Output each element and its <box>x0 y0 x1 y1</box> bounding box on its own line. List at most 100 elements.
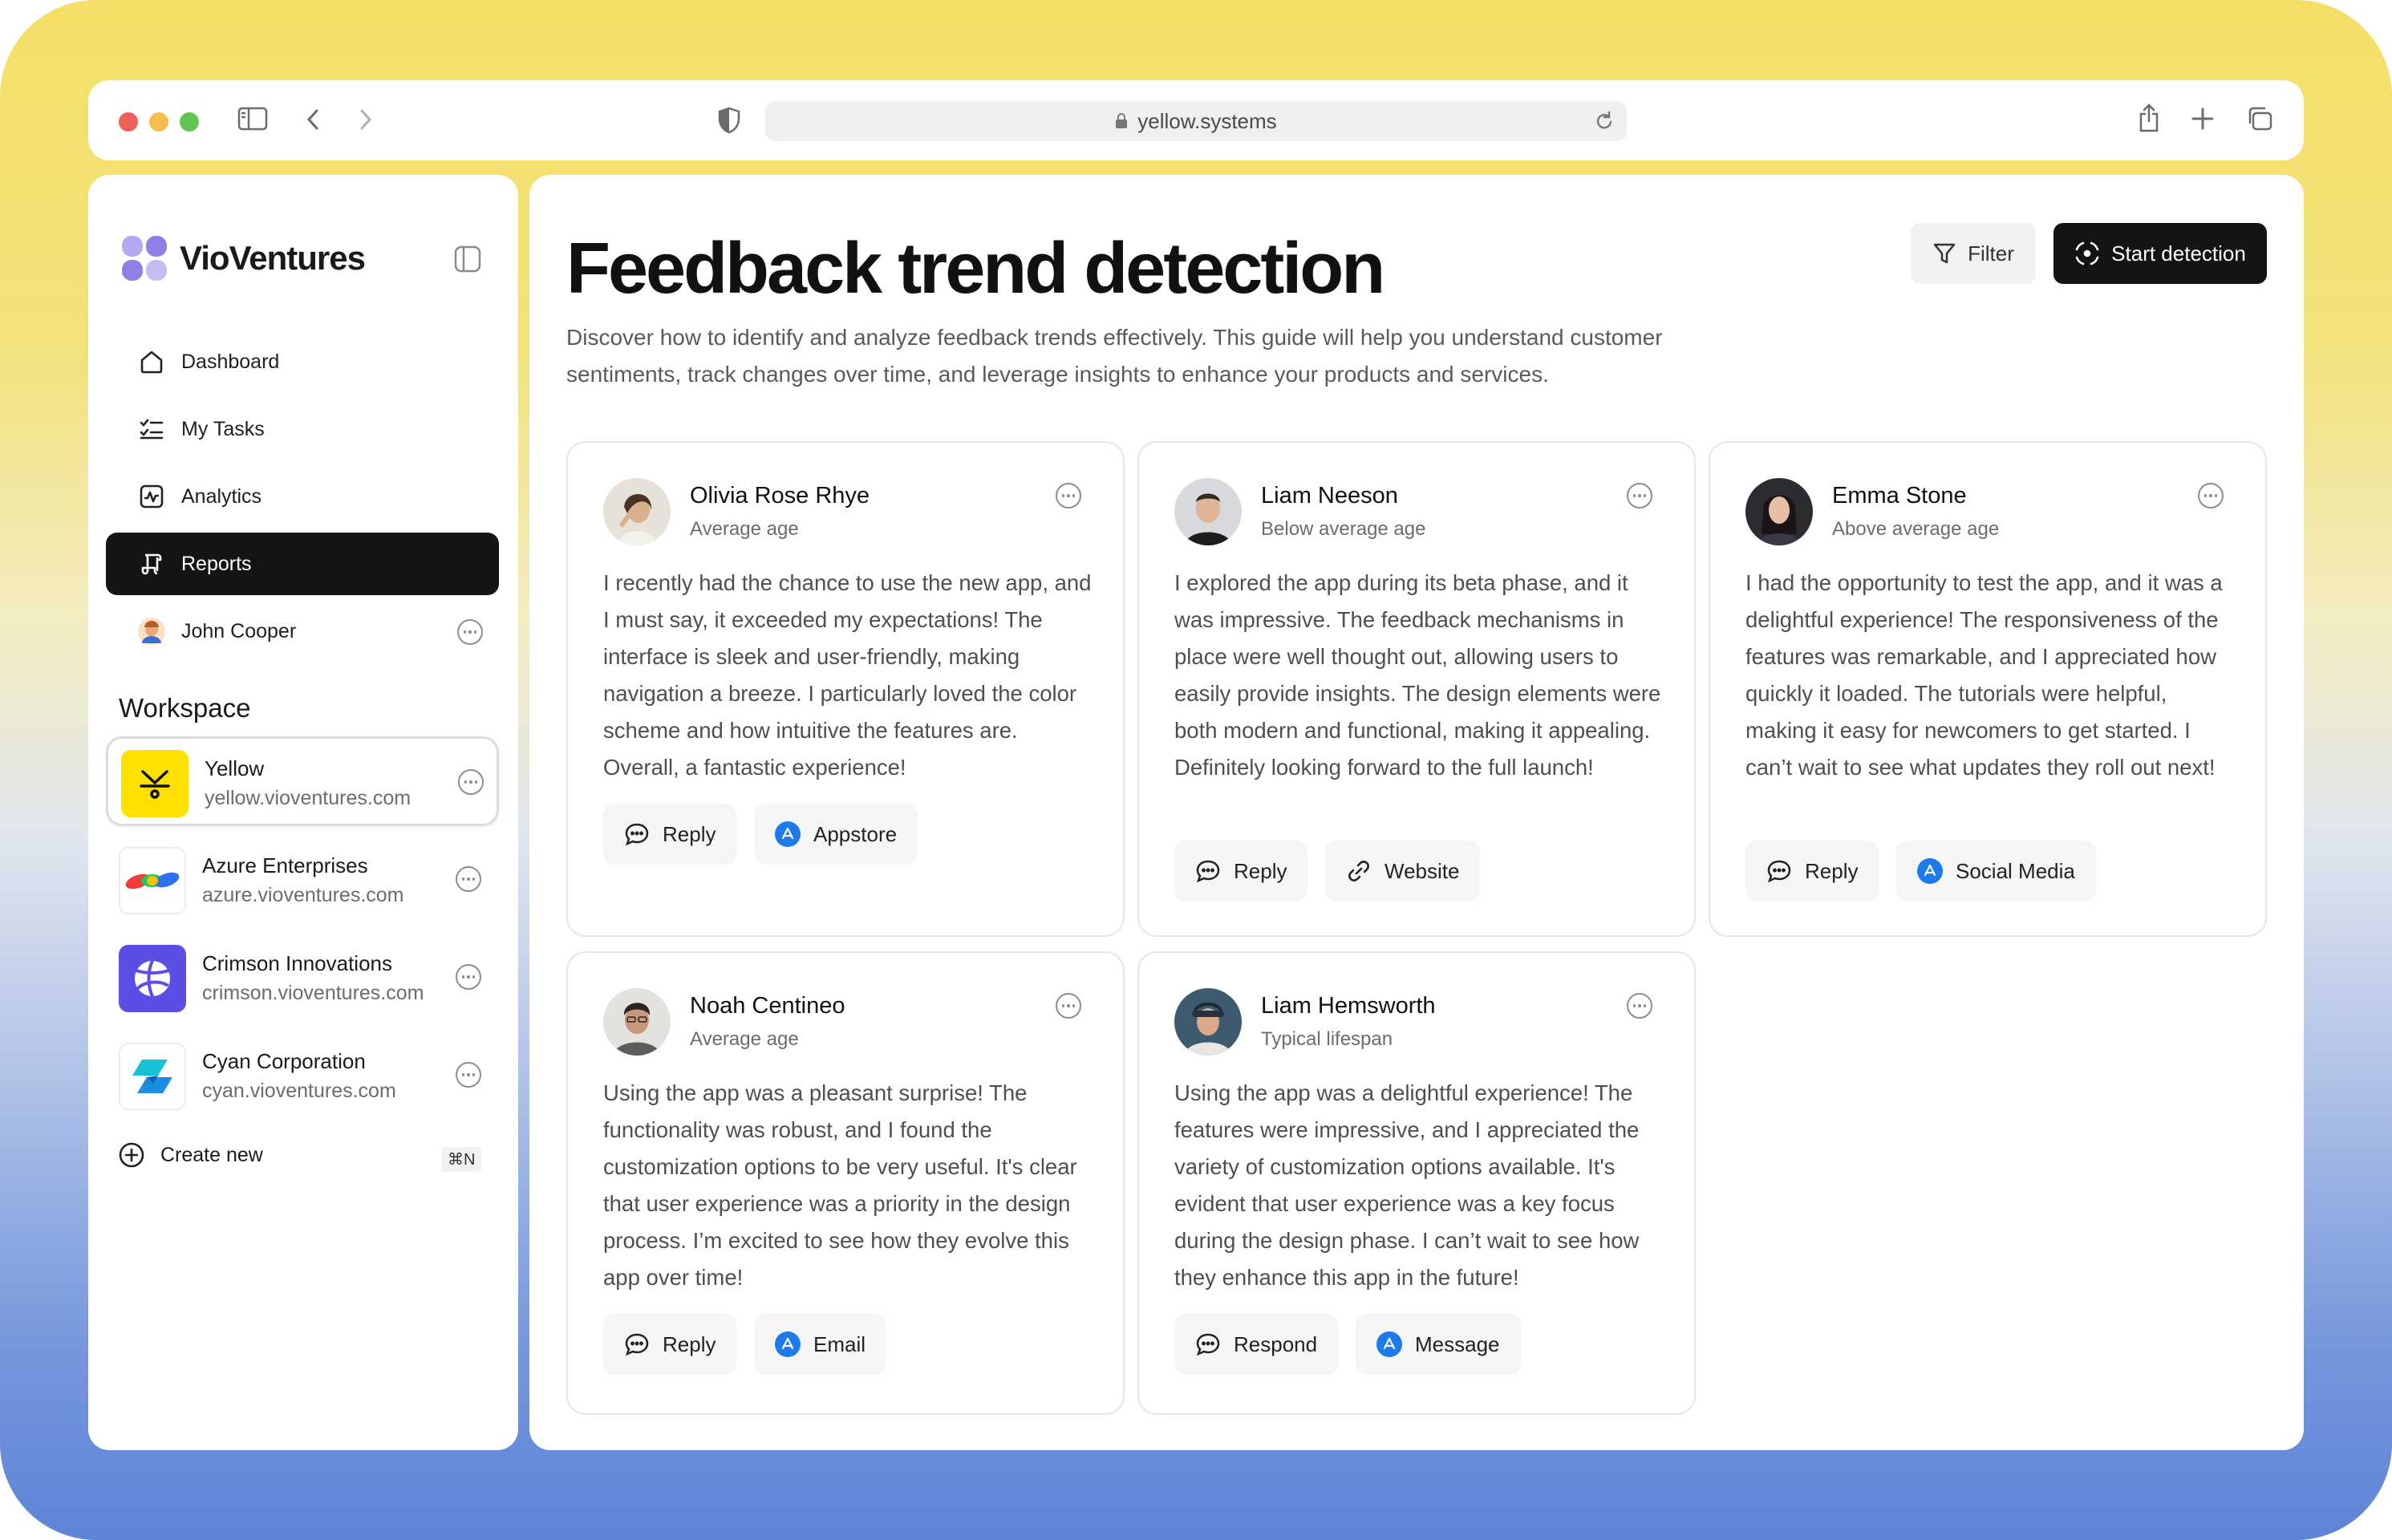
workspace-item-crimson[interactable]: Crimson Innovations crimson.vioventures.… <box>106 934 499 1023</box>
avatar <box>603 988 671 1056</box>
appstore-icon <box>1917 858 1943 884</box>
appstore-icon <box>1376 1331 1402 1357</box>
sidebar-toggle-icon[interactable] <box>237 106 268 136</box>
yellow-logo <box>121 750 189 817</box>
card-more-icon[interactable] <box>1627 483 1652 509</box>
create-shortcut: ⌘N <box>441 1147 482 1172</box>
nav-label: My Tasks <box>181 417 265 440</box>
reviewer-subtitle: Above average age <box>1832 518 2000 540</box>
share-icon[interactable] <box>2137 103 2161 137</box>
tabs-overview-icon[interactable] <box>2246 106 2273 136</box>
cyan-logo <box>119 1043 186 1110</box>
workspace-more-icon[interactable] <box>456 866 481 892</box>
reply-button[interactable]: Reply <box>1174 841 1308 902</box>
reports-icon <box>138 550 165 578</box>
feedback-text: Using the app was a delightful experienc… <box>1174 1080 1640 1290</box>
avatar <box>138 618 165 645</box>
create-new-button[interactable]: Create new <box>119 1142 263 1168</box>
workspace-item-cyan[interactable]: Cyan Corporation cyan.vioventures.com <box>106 1031 499 1121</box>
lock-icon <box>1115 113 1128 129</box>
workspace-name: Crimson Innovations <box>202 951 392 975</box>
reply-button[interactable]: Reply <box>1745 841 1879 902</box>
reviewer-name: Liam Neeson <box>1261 483 1398 509</box>
back-icon[interactable] <box>305 107 321 136</box>
nav-label: John Cooper <box>181 619 297 642</box>
source-button[interactable]: Message <box>1356 1314 1521 1375</box>
reload-icon[interactable] <box>1595 111 1614 137</box>
new-tab-icon[interactable] <box>2191 107 2214 134</box>
source-label: Appstore <box>813 821 898 846</box>
workspace-more-icon[interactable] <box>458 769 484 795</box>
brand-logo <box>120 234 168 282</box>
source-button[interactable]: Social Media <box>1896 841 2096 902</box>
start-detection-label: Start detection <box>2111 241 2246 265</box>
reviewer-subtitle: Average age <box>690 518 799 540</box>
main-panel: Feedback trend detection Discover how to… <box>529 175 2304 1450</box>
minimize-window-button[interactable] <box>149 112 168 132</box>
collapse-sidebar-icon[interactable] <box>454 245 481 277</box>
reviewer-subtitle: Typical lifespan <box>1261 1028 1393 1050</box>
workspace-more-icon[interactable] <box>456 1062 481 1088</box>
avatar <box>1174 988 1242 1056</box>
workspace-url: yellow.vioventures.com <box>205 787 412 809</box>
forward-icon[interactable] <box>358 107 374 136</box>
sidebar: VioVentures Dashboard My Tasks Analytics <box>88 175 518 1450</box>
address-bar[interactable]: yellow.systems <box>765 101 1627 141</box>
source-label: Social Media <box>1956 858 2075 883</box>
chat-bubble-icon <box>624 822 650 846</box>
analytics-icon <box>138 483 165 510</box>
appstore-icon <box>775 1331 801 1357</box>
nav-analytics[interactable]: Analytics <box>106 465 499 528</box>
close-window-button[interactable] <box>119 112 138 132</box>
feedback-card: Liam Hemsworth Typical lifespan Using th… <box>1137 951 1696 1415</box>
appstore-icon <box>775 821 801 847</box>
chat-bubble-icon <box>1766 859 1792 883</box>
nav-my-tasks[interactable]: My Tasks <box>106 398 499 460</box>
nav-dashboard[interactable]: Dashboard <box>106 330 499 393</box>
reply-label: Reply <box>663 821 716 846</box>
nav-label: Reports <box>181 552 252 575</box>
create-new-label: Create new <box>160 1143 263 1166</box>
nav-user-john-cooper[interactable]: John Cooper <box>106 600 499 663</box>
feedback-card: Noah Centineo Average age Using the app … <box>566 951 1125 1415</box>
filter-button[interactable]: Filter <box>1911 223 2036 284</box>
shield-icon[interactable] <box>717 107 741 138</box>
card-more-icon[interactable] <box>1627 993 1652 1019</box>
page-title: Feedback trend detection <box>566 229 1385 309</box>
feedback-text: Using the app was a pleasant surprise! T… <box>603 1080 1077 1290</box>
respond-label: Respond <box>1234 1331 1318 1356</box>
feedback-card: Olivia Rose Rhye Average age I recently … <box>566 441 1125 937</box>
link-icon <box>1346 858 1372 884</box>
tasks-icon <box>138 415 165 443</box>
source-label: Message <box>1415 1331 1500 1356</box>
home-icon <box>138 348 165 375</box>
nav-reports[interactable]: Reports <box>106 533 499 595</box>
respond-button[interactable]: Respond <box>1174 1314 1339 1375</box>
card-more-icon[interactable] <box>2198 483 2224 509</box>
reply-label: Reply <box>1805 858 1859 883</box>
workspace-heading: Workspace <box>119 693 251 723</box>
user-more-icon[interactable] <box>457 619 483 645</box>
reply-button[interactable]: Reply <box>603 804 737 865</box>
workspace-more-icon[interactable] <box>456 964 481 990</box>
source-button[interactable]: Email <box>754 1314 887 1375</box>
azure-logo <box>119 847 186 914</box>
source-button[interactable]: Appstore <box>754 804 918 865</box>
reviewer-subtitle: Below average age <box>1261 518 1426 540</box>
card-more-icon[interactable] <box>1056 993 1081 1019</box>
reply-button[interactable]: Reply <box>603 1314 737 1375</box>
reply-label: Reply <box>1234 858 1287 883</box>
workspace-name: Cyan Corporation <box>202 1049 366 1073</box>
reviewer-name: Noah Centineo <box>690 993 845 1019</box>
window-frame: yellow.systems VioVentures Dashboard My … <box>0 0 2392 1540</box>
source-label: Email <box>813 1331 866 1356</box>
feedback-text: I had the opportunity to test the app, a… <box>1745 570 2223 780</box>
card-more-icon[interactable] <box>1056 483 1081 509</box>
feedback-text: I explored the app during its beta phase… <box>1174 570 1661 780</box>
workspace-item-yellow[interactable]: Yellow yellow.vioventures.com <box>106 736 499 826</box>
avatar <box>1745 478 1813 545</box>
workspace-item-azure[interactable]: Azure Enterprises azure.vioventures.com <box>106 836 499 926</box>
source-button[interactable]: Website <box>1325 841 1481 902</box>
start-detection-button[interactable]: Start detection <box>2053 223 2267 284</box>
maximize-window-button[interactable] <box>180 112 199 132</box>
